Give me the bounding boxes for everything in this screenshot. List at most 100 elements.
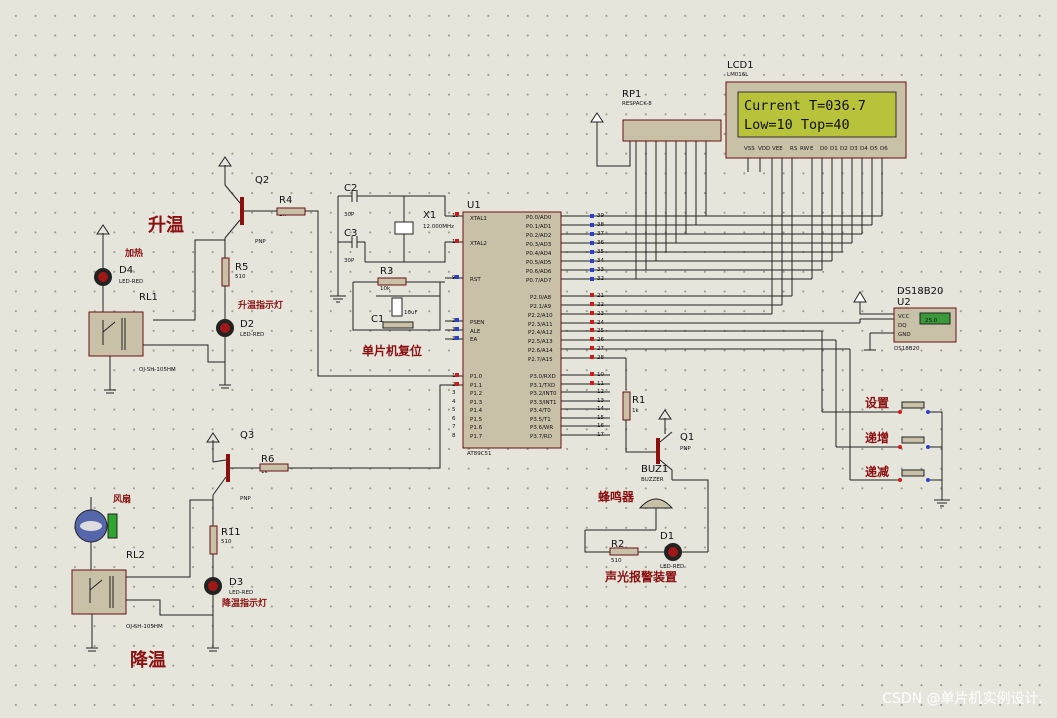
svg-text:P0.3/AD3: P0.3/AD3 xyxy=(526,242,552,248)
led-d1[interactable]: D1 LED-RED xyxy=(660,531,684,570)
ds18b20-ref: U2 xyxy=(897,297,911,308)
svg-text:P0.6/AD6: P0.6/AD6 xyxy=(526,269,552,275)
ds18b20-value: 25.0 xyxy=(925,318,938,324)
alarm-label: 声光报警装置 xyxy=(604,569,677,584)
svg-text:D4: D4 xyxy=(860,146,868,152)
mcu-reset-label: 单片机复位 xyxy=(362,343,422,358)
fan-motor[interactable] xyxy=(74,509,118,543)
heat-label: 升温 xyxy=(148,215,184,236)
resistor-r4[interactable]: R4 1k xyxy=(276,195,306,218)
mcu-ref: U1 xyxy=(467,200,481,211)
svg-text:P3.3/INT1: P3.3/INT1 xyxy=(530,400,557,406)
svg-text:ALE: ALE xyxy=(470,329,481,335)
svg-text:P0.7/AD7: P0.7/AD7 xyxy=(526,278,552,284)
setup-label: 设置 xyxy=(865,395,889,410)
r3-value: 10k xyxy=(380,286,391,292)
svg-text:P1.4: P1.4 xyxy=(470,408,483,414)
svg-text:XTAL1: XTAL1 xyxy=(470,216,487,222)
resistor-r11[interactable]: R11 510 xyxy=(209,525,241,555)
rl1-model: OJ-SH-105HM xyxy=(139,367,176,373)
capacitor-c1[interactable]: C1 10uF xyxy=(371,297,418,325)
decrease-label: 递减 xyxy=(865,464,889,479)
svg-text:P1.7: P1.7 xyxy=(470,434,483,440)
c1-ref: C1 xyxy=(371,314,384,325)
svg-text:P3.6/WR: P3.6/WR xyxy=(530,425,553,431)
ds18b20-title: DS18B20 xyxy=(897,286,943,297)
resistor-pack[interactable]: RP1 RESPACK-8 xyxy=(622,89,722,142)
buzzer[interactable]: BUZ1 BUZZER xyxy=(638,464,674,509)
resistor-r5[interactable]: R5 510 xyxy=(221,257,248,287)
svg-text:P3.5/T1: P3.5/T1 xyxy=(530,417,551,423)
capacitor-c3[interactable]: C3 30P xyxy=(338,228,365,264)
svg-text:P2.6/A14: P2.6/A14 xyxy=(528,348,553,354)
lcd-ref: LCD1 xyxy=(727,60,754,71)
increase-label: 递增 xyxy=(865,430,889,445)
ds18b20-pin-dq: DQ xyxy=(898,323,907,329)
c3-ref: C3 xyxy=(344,228,357,239)
buzzer-label: 蜂鸣器 xyxy=(598,489,635,504)
resistor-r2[interactable]: R2 510 xyxy=(609,539,639,564)
rp-body xyxy=(622,119,722,142)
rl1-ref: RL1 xyxy=(139,292,158,303)
svg-text:6: 6 xyxy=(452,416,456,422)
led-d4[interactable]: D4 LED-RED xyxy=(94,265,143,286)
led-d2[interactable]: D2 LED-RED xyxy=(216,319,264,338)
svg-text:P1.6: P1.6 xyxy=(470,425,483,431)
svg-text:RW: RW xyxy=(800,146,810,152)
resistor-r6[interactable]: R6 1k xyxy=(259,454,289,475)
svg-text:7: 7 xyxy=(452,424,456,430)
capacitor-c2[interactable]: C2 30P xyxy=(338,183,365,218)
reset-button[interactable] xyxy=(382,321,414,329)
rl2-model: OJ-SH-105HM xyxy=(126,624,163,630)
svg-text:P1.1: P1.1 xyxy=(470,383,482,389)
svg-text:P3.0/RXD: P3.0/RXD xyxy=(530,374,556,380)
svg-text:XTAL2: XTAL2 xyxy=(470,241,487,247)
x1-value: 12.000MHz xyxy=(423,224,454,230)
q2-type: PNP xyxy=(255,239,266,245)
svg-text:P0.5/AD5: P0.5/AD5 xyxy=(526,260,552,266)
watermark: CSDN @单片机实例设计. xyxy=(882,691,1043,707)
setup-button[interactable]: 设置 xyxy=(865,395,930,414)
increase-button[interactable]: 递增 xyxy=(865,430,930,449)
x1-ref: X1 xyxy=(423,210,436,221)
svg-text:4: 4 xyxy=(452,399,456,405)
heat-led-label: 升温指示灯 xyxy=(238,299,283,311)
c1-value: 10uF xyxy=(404,310,418,316)
resistor-r1[interactable]: R1 1k xyxy=(622,391,645,421)
rp-ref: RP1 xyxy=(622,89,641,100)
relay-rl1[interactable]: RL1 OJ-SH-105HM xyxy=(88,292,176,373)
r4-ref: R4 xyxy=(279,195,292,206)
ds18b20-pin-vcc: VCC xyxy=(898,314,910,320)
svg-text:D6: D6 xyxy=(880,146,888,152)
d3-model: LED-RED xyxy=(229,590,253,596)
r1-ref: R1 xyxy=(632,395,645,406)
d3-ref: D3 xyxy=(229,577,243,588)
ds18b20-sensor[interactable]: DS18B20 U2 25.0 VCC DQ GND DS18B20 xyxy=(893,286,957,352)
relay-rl2[interactable]: RL2 OJ-SH-105HM xyxy=(71,550,163,630)
q2-ref: Q2 xyxy=(255,175,269,186)
svg-text:P3.2/INT0: P3.2/INT0 xyxy=(530,391,557,397)
svg-text:PSEN: PSEN xyxy=(470,320,484,326)
fan-label: 风扇 xyxy=(113,493,131,505)
r11-ref: R11 xyxy=(221,527,241,538)
transistor-q3[interactable]: Q3 PNP xyxy=(212,430,254,502)
svg-text:P2.2/A10: P2.2/A10 xyxy=(528,313,553,319)
led-d3[interactable]: D3 LED-RED xyxy=(204,577,253,596)
q1-ref: Q1 xyxy=(680,432,694,443)
q3-ref: Q3 xyxy=(240,430,254,441)
decrease-button[interactable]: 递减 xyxy=(865,464,930,482)
svg-text:D5: D5 xyxy=(870,146,878,152)
ds18b20-model: DS18B20 xyxy=(894,346,920,352)
d2-model: LED-RED xyxy=(240,332,264,338)
rl2-ref: RL2 xyxy=(126,550,145,561)
c2-ref: C2 xyxy=(344,183,357,194)
svg-text:D0: D0 xyxy=(820,146,828,152)
lcd-model: LM016L xyxy=(727,72,749,78)
buz1-ref: BUZ1 xyxy=(641,464,668,475)
svg-text:D3: D3 xyxy=(850,146,858,152)
transistor-q2[interactable]: Q2 PNP xyxy=(224,175,269,245)
resistor-r3[interactable]: R3 10k xyxy=(377,266,407,292)
svg-text:8: 8 xyxy=(452,433,456,439)
lcd-module[interactable]: LCD1 LM016L Current T=036.7 Low=10 Top=4… xyxy=(725,60,907,159)
svg-text:VEE: VEE xyxy=(772,146,783,152)
